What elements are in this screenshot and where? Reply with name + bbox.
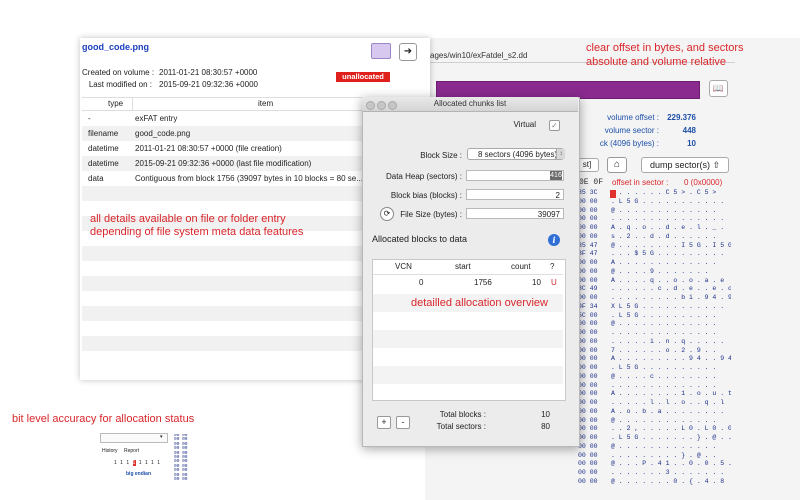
row-vcn: 0: [419, 278, 424, 287]
mini-select[interactable]: [100, 433, 168, 443]
hex-column-header: 0E 0F: [579, 178, 604, 187]
total-blocks-value: 10: [541, 410, 550, 419]
minimize-icon[interactable]: [377, 101, 386, 110]
col-count[interactable]: count: [511, 260, 531, 274]
offset-in-sector-value: 0 (0x0000): [684, 178, 723, 187]
chevron-updown-icon[interactable]: ↕: [556, 149, 565, 159]
file-size-label: File Size (bytes) :: [400, 210, 462, 219]
row-item: 2015-09-21 09:32:36 +0000 (last file mod…: [135, 159, 312, 168]
row-count: 10: [532, 278, 541, 287]
bit-cell[interactable]: 1: [126, 460, 130, 466]
chevron-down-icon: ▾: [160, 434, 163, 440]
annotation-offsets-2: absolute and volume relative: [586, 56, 727, 68]
data-heap-value: 416: [550, 171, 562, 180]
bit-cell[interactable]: 1: [114, 460, 118, 466]
row-item: exFAT entry: [135, 114, 178, 123]
bit-cell[interactable]: 1: [151, 460, 155, 466]
virtual-label: Virtual: [513, 120, 536, 129]
allocated-blocks-header: Allocated blocks to data: [372, 234, 468, 244]
status-badge: unallocated: [336, 72, 390, 82]
bit-cell[interactable]: 1: [157, 460, 161, 466]
bit-cell[interactable]: 1: [120, 460, 124, 466]
bit-cells[interactable]: 1 1 1 1 1 1 1 1: [114, 460, 164, 467]
annotation-details-2: depending of file system meta data featu…: [90, 226, 304, 238]
block-bias-field[interactable]: 2: [466, 189, 564, 200]
empty-row: [373, 366, 563, 384]
row-type: datetime: [88, 159, 119, 168]
dump-sectors-button[interactable]: dump sector(s) ⇧: [641, 157, 729, 173]
volume-offset-value: 229.376: [667, 113, 696, 122]
add-button[interactable]: +: [377, 416, 391, 429]
zoom-icon[interactable]: [388, 101, 397, 110]
close-icon[interactable]: [366, 101, 375, 110]
row-item: Contiguous from block 1756 (39097 bytes …: [135, 174, 363, 183]
book-icon[interactable]: 📖: [709, 80, 728, 97]
volume-sector-value: 448: [682, 126, 696, 135]
row-type: filename: [88, 129, 119, 138]
modified-label: Last modified on :: [88, 80, 152, 89]
modified-value: 2015-09-21 09:32:36 +0000: [159, 80, 258, 89]
image-preview-icon[interactable]: [371, 43, 391, 59]
total-sectors-label: Total sectors :: [436, 422, 486, 431]
total-sectors-value: 80: [541, 422, 550, 431]
created-value: 2011-01-21 08:30:57 +0000: [159, 68, 258, 77]
block-value: 10: [687, 139, 696, 148]
block-size-label: Block Size :: [420, 151, 462, 160]
row-item: 2011-01-21 08:30:57 +0000 (file creation…: [135, 144, 282, 153]
bit-cell[interactable]: 1: [139, 460, 143, 466]
file-title: good_code.png: [82, 42, 149, 52]
tab-history[interactable]: History: [102, 448, 118, 454]
col-status[interactable]: ?: [550, 260, 554, 274]
row-start: 1756: [474, 278, 492, 287]
row-type: -: [88, 114, 91, 123]
cursor-marker: [610, 190, 616, 198]
row-item: good_code.png: [135, 129, 191, 138]
dump-sectors-label: dump sector(s): [649, 160, 710, 170]
endian-label: big endian: [126, 471, 151, 477]
ascii-dump[interactable]: . . . . . . . C 5 > . C 5 > . L 5 G . . …: [611, 189, 731, 489]
empty-row: [373, 330, 563, 348]
block-bias-label: Block bias (blocks) :: [390, 191, 462, 200]
home-icon[interactable]: ⌂: [607, 157, 627, 173]
remove-button[interactable]: -: [396, 416, 410, 429]
annotation-offsets-1: clear offset in bytes, and sectors: [586, 42, 744, 54]
annotation-bitlevel: bit level accuracy for allocation status: [12, 413, 195, 425]
allocation-table-header: VCN start count ?: [373, 260, 563, 275]
annotation-allocation: detailled allocation overview: [411, 297, 548, 309]
bit-cell[interactable]: 1: [132, 460, 137, 466]
info-icon[interactable]: i: [548, 234, 560, 246]
data-heap-label: Data Heap (sectors) :: [385, 172, 462, 181]
file-size-field[interactable]: 39097: [466, 208, 564, 219]
hex-dump[interactable]: 85 3C 00 00 00 00 00 00 00 00 00 00 85 4…: [578, 189, 608, 489]
col-vcn[interactable]: VCN: [395, 260, 412, 274]
block-size-select[interactable]: 8 sectors (4096 bytes): [467, 148, 564, 160]
share-icon: ⇧: [712, 160, 721, 170]
row-type: data: [88, 174, 104, 183]
col-start[interactable]: start: [455, 260, 471, 274]
row-type: datetime: [88, 144, 119, 153]
mini-hex-dump: 00 00 00 00 00 00 00 00 00 00 00 00 00 0…: [174, 434, 188, 482]
back-arrow-icon[interactable]: ➜: [399, 43, 417, 61]
virtual-checkbox[interactable]: ✓: [549, 120, 560, 131]
bit-view-widget: ▾ History Report 1 1 1 1 1 1 1 1 big end…: [100, 433, 250, 483]
tab-report[interactable]: Report: [124, 448, 139, 454]
row-flag: U: [551, 278, 557, 287]
total-blocks-label: Total blocks :: [439, 410, 486, 419]
bit-cell[interactable]: 1: [145, 460, 149, 466]
annotation-details-1: all details available on file or folder …: [90, 213, 286, 225]
table-row[interactable]: 0 1756 10 U: [373, 274, 563, 291]
offset-in-sector-label: offset in sector :: [612, 178, 669, 187]
created-label: Created on volume :: [82, 68, 155, 77]
